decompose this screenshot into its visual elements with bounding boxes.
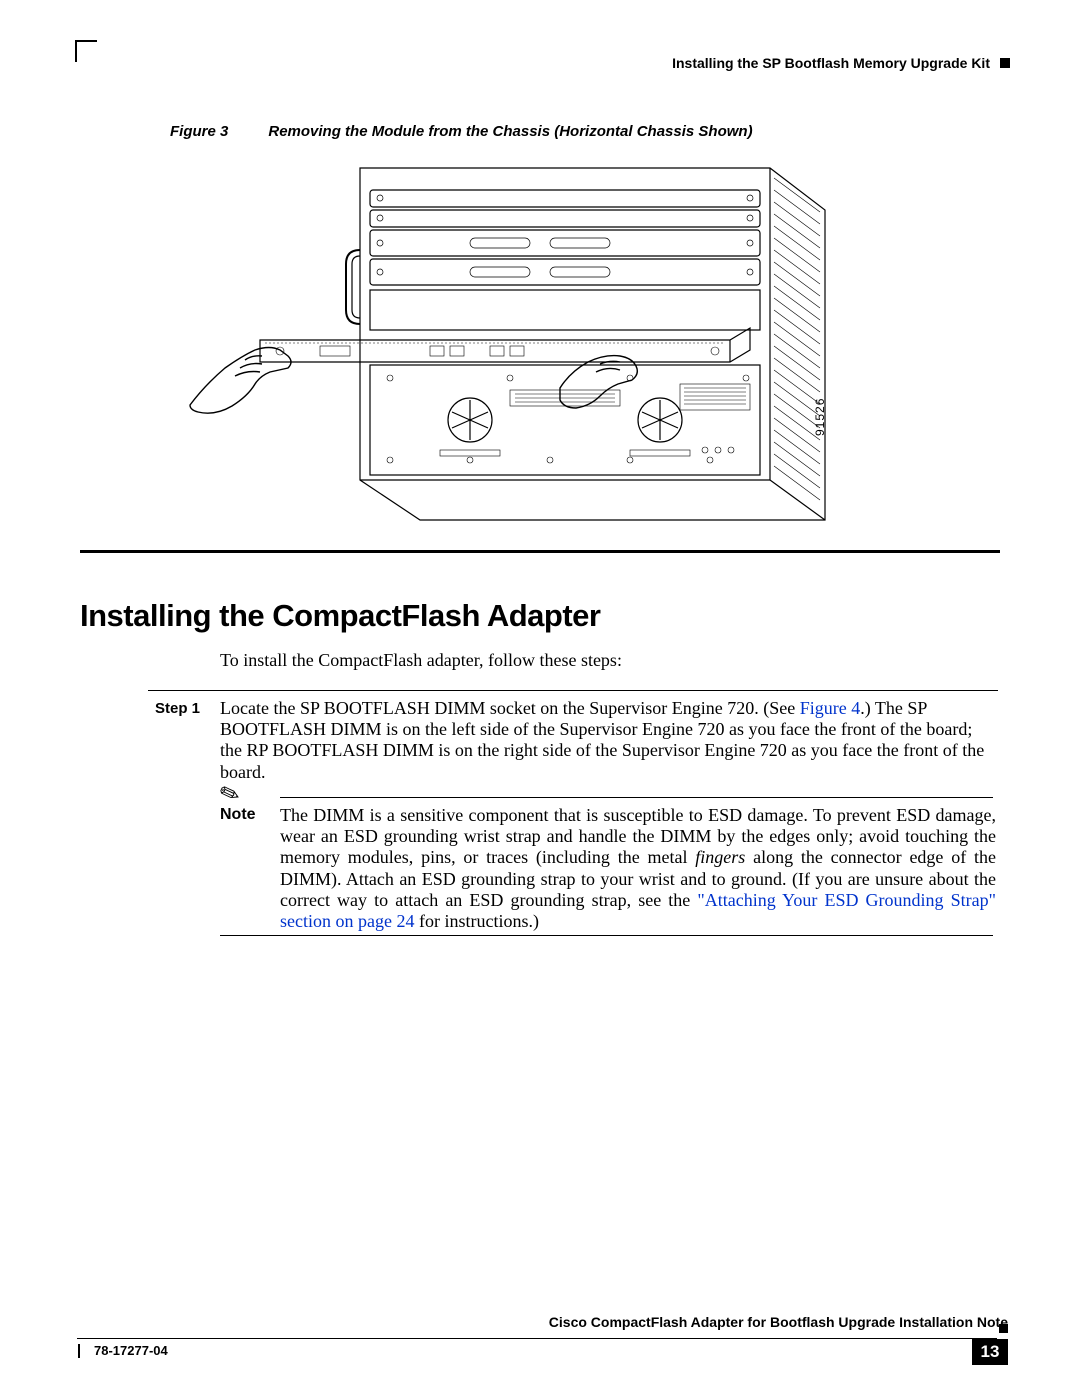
note-body: The DIMM is a sensitive component that i… [280, 805, 996, 932]
figure-caption: Figure 3 Removing the Module from the Cha… [170, 123, 753, 140]
header-text: Installing the SP Bootflash Memory Upgra… [672, 55, 990, 71]
note-rule-bottom [220, 935, 993, 936]
note-italic: fingers [695, 847, 745, 867]
note-text-3: for instructions.) [414, 911, 538, 931]
footer-tick-icon [78, 1344, 80, 1358]
figure-illustration [170, 150, 850, 550]
note-rule-top [280, 797, 993, 798]
step-body: Locate the SP BOOTFLASH DIMM socket on t… [220, 698, 992, 783]
page: Installing the SP Bootflash Memory Upgra… [0, 0, 1080, 1397]
note-label: Note [220, 806, 256, 824]
step-label: Step 1 [155, 700, 200, 717]
footer-doc-number: 78-17277-04 [94, 1343, 168, 1358]
figure-number: Figure 3 [170, 123, 228, 140]
figure-4-link[interactable]: Figure 4 [800, 698, 861, 718]
intro-text: To install the CompactFlash adapter, fol… [220, 650, 990, 671]
section-heading: Installing the CompactFlash Adapter [80, 598, 600, 634]
step-text-pre: Locate the SP BOOTFLASH DIMM socket on t… [220, 698, 800, 718]
crop-mark-icon [75, 40, 97, 62]
running-header: Installing the SP Bootflash Memory Upgra… [672, 55, 1010, 71]
footer-rule [77, 1338, 997, 1339]
step-rule [148, 690, 998, 691]
page-number: 13 [972, 1339, 1008, 1365]
figure-id-number: 91526 [813, 398, 827, 436]
figure-title: Removing the Module from the Chassis (Ho… [268, 123, 752, 140]
chassis-svg [170, 150, 850, 550]
header-square-icon [1000, 58, 1010, 68]
footer-doc-title: Cisco CompactFlash Adapter for Bootflash… [549, 1314, 1008, 1330]
section-rule [80, 550, 1000, 553]
